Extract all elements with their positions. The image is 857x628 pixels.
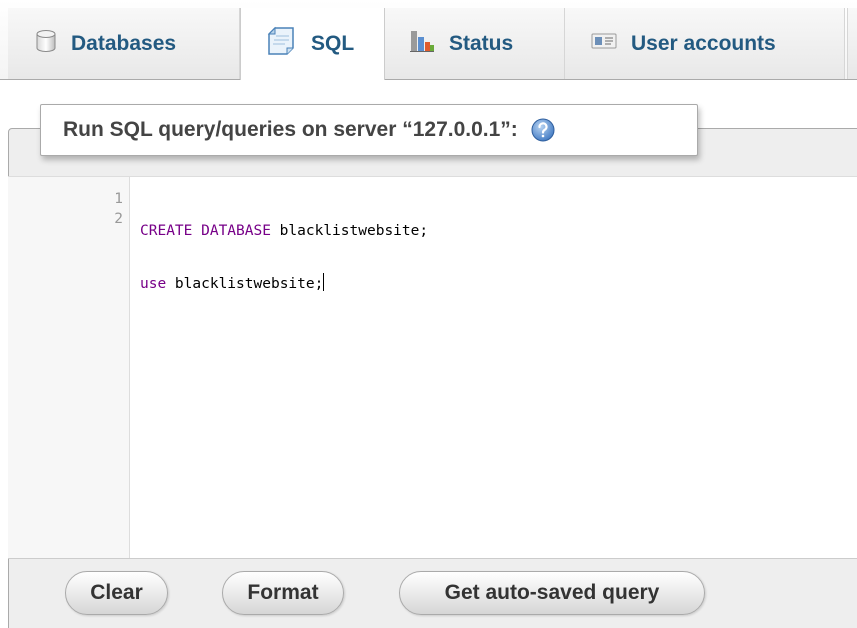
tab-databases[interactable]: Databases <box>8 8 240 79</box>
tab-user-accounts-label: User accounts <box>631 31 776 55</box>
text-cursor <box>323 273 325 291</box>
clear-button[interactable]: Clear <box>65 571 168 615</box>
line-number-gutter: 1 2 <box>8 177 130 558</box>
legend-text: Run SQL query/queries on server “127.0.0… <box>63 118 518 141</box>
tab-list: Databases SQL Status User accounts <box>8 8 845 80</box>
line-number: 1 <box>114 191 123 207</box>
sql-keyword: CREATE DATABASE <box>140 223 271 239</box>
sql-text: blacklistwebsite; <box>166 276 324 292</box>
sql-text: blacklistwebsite; <box>270 223 429 239</box>
help-icon[interactable] <box>530 117 556 143</box>
tab-databases-label: Databases <box>71 31 177 55</box>
sql-keyword: use <box>140 276 167 292</box>
line-numbers: 1 2 <box>114 189 123 229</box>
tab-sql[interactable]: SQL <box>240 8 385 80</box>
status-chart-icon <box>409 28 435 60</box>
code-line: CREATE DATABASE blacklistwebsite; <box>140 221 428 241</box>
sql-page: Databases SQL Status User accounts Run S… <box>0 0 857 628</box>
get-auto-saved-query-button[interactable]: Get auto-saved query <box>399 571 705 615</box>
tab-status[interactable]: Status <box>385 8 565 79</box>
database-icon <box>35 29 57 59</box>
user-accounts-icon <box>591 32 617 56</box>
code-line: use blacklistwebsite; <box>140 273 428 293</box>
tab-user-accounts[interactable]: User accounts <box>565 8 845 79</box>
sql-document-icon <box>267 26 297 62</box>
format-button[interactable]: Format <box>222 571 344 615</box>
tab-status-label: Status <box>449 31 514 55</box>
sql-query-legend: Run SQL query/queries on server “127.0.0… <box>40 104 698 156</box>
tab-overflow-edge <box>847 8 857 79</box>
sql-code[interactable]: CREATE DATABASE blacklistwebsite; use bl… <box>140 189 428 325</box>
line-number: 2 <box>114 211 123 227</box>
tab-sql-label: SQL <box>311 32 355 55</box>
server-tab-bar: Databases SQL Status User accounts <box>0 0 857 80</box>
sql-editor[interactable]: 1 2 CREATE DATABASE blacklistwebsite; us… <box>8 176 857 559</box>
